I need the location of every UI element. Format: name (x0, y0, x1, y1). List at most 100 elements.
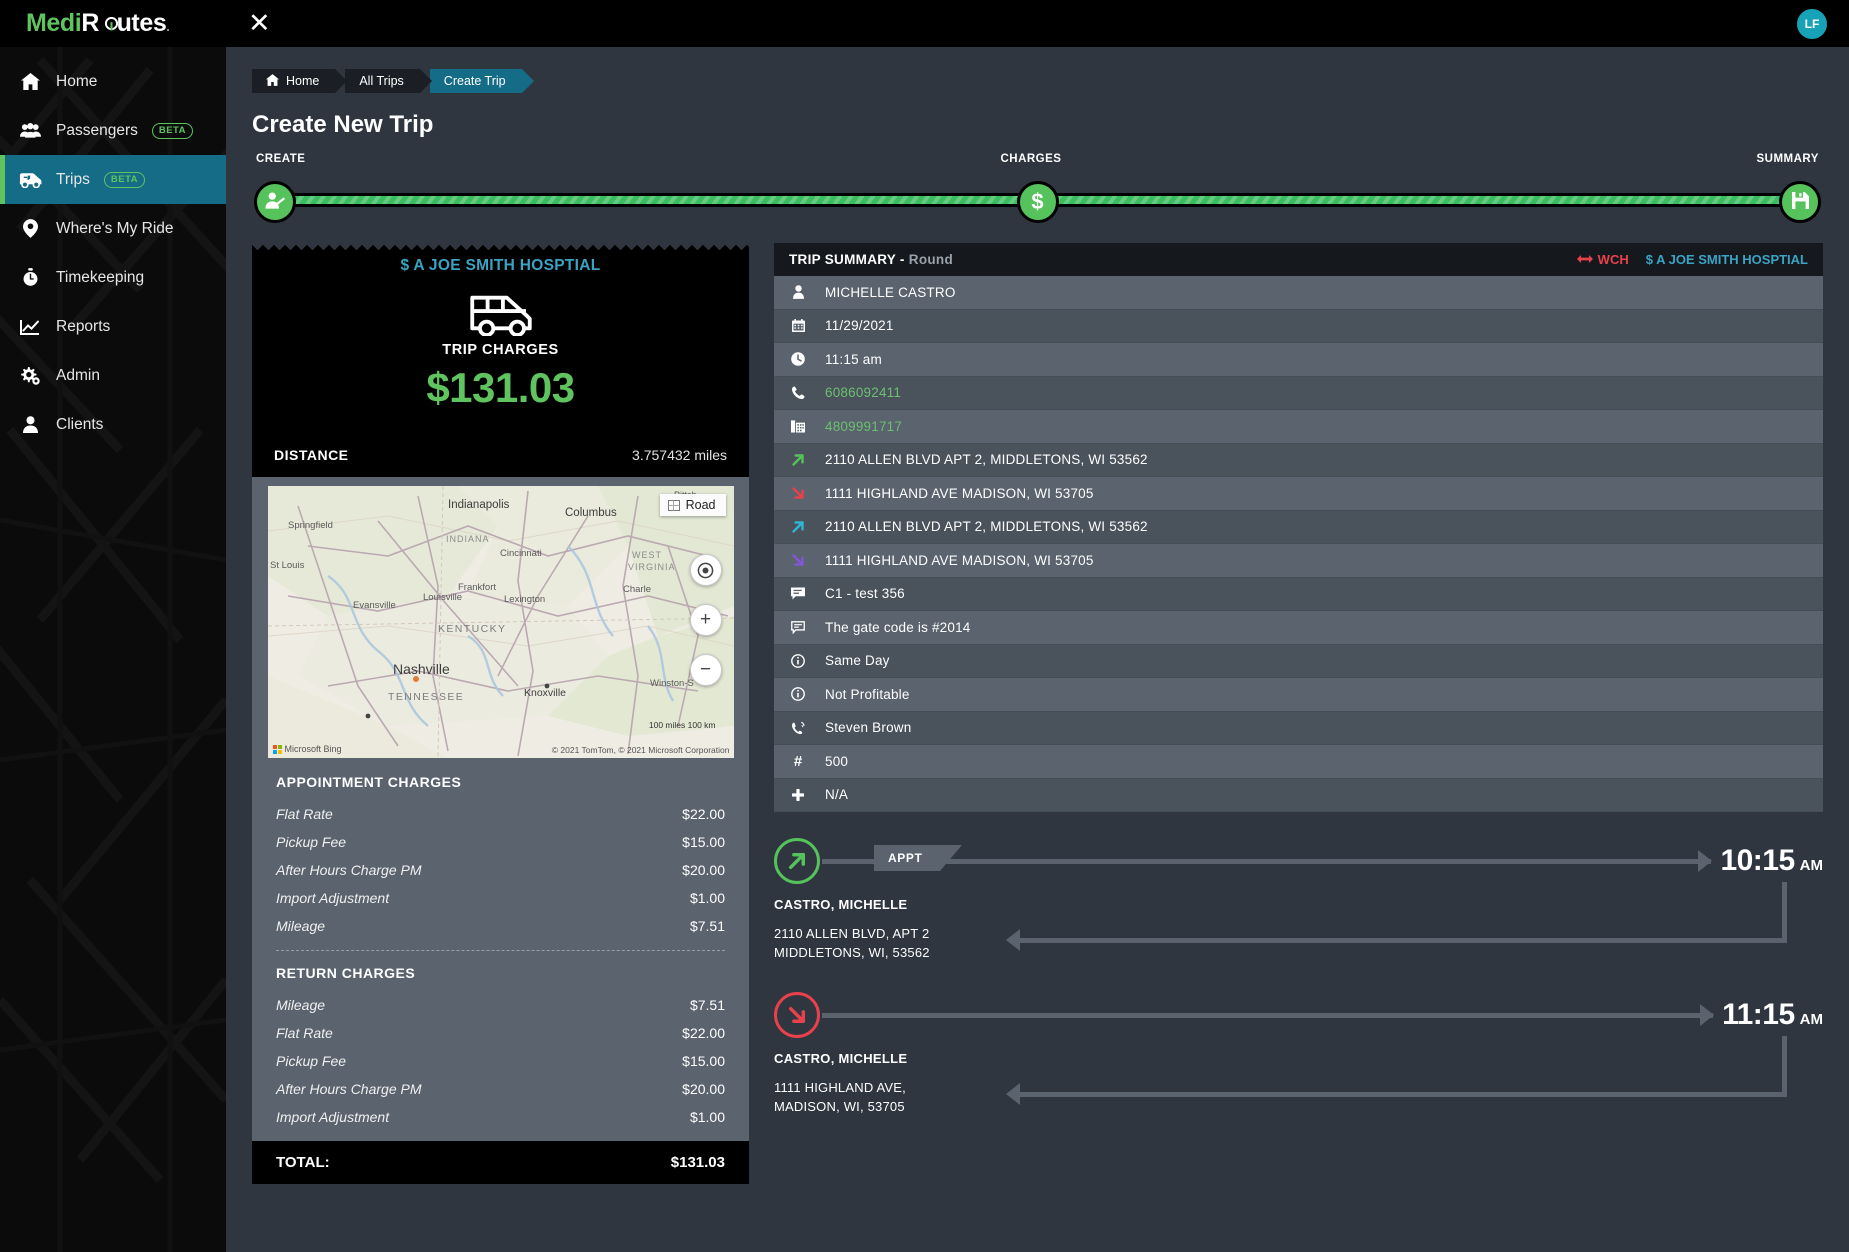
total-label: TOTAL: (276, 1154, 330, 1171)
arrow-up-right-icon (789, 453, 807, 467)
svg-text:Indianapolis: Indianapolis (448, 499, 510, 511)
svg-text:St Louis: St Louis (270, 560, 305, 571)
trip-summary-header-right: WCH $ A JOE SMITH HOSPTIAL (1576, 252, 1808, 267)
timeline-address-line1: 1111 HIGHLAND AVE, (774, 1079, 906, 1095)
stopwatch-icon (18, 268, 42, 287)
timeline-time-value: 11:15 (1722, 998, 1795, 1031)
breadcrumb-item-create-trip[interactable]: Create Trip (429, 69, 534, 93)
sidebar: MediR utes. Home Passengers BETA Trips B… (0, 0, 226, 1252)
stepper-node-summary[interactable] (1779, 181, 1821, 223)
stepper-label-create: CREATE (256, 153, 306, 165)
stepper-labels: CREATE CHARGES SUMMARY (252, 153, 1823, 165)
breadcrumb: Home All Trips Create Trip (252, 69, 1823, 93)
sidebar-item-timekeeping[interactable]: Timekeeping (0, 253, 226, 302)
sidebar-item-label: Reports (56, 317, 111, 335)
timeline-address-line2: MIDDLETONS, WI, 53562 (774, 944, 930, 960)
timeline-return-path (984, 882, 1823, 968)
trip-summary-header: TRIP SUMMARY - Round WCH $ A JOE SMITH H… (774, 243, 1823, 276)
sidebar-item-label: Timekeeping (56, 268, 145, 286)
svg-text:Louisville: Louisville (423, 592, 462, 603)
timeline-time-meridiem: AM (1799, 1011, 1823, 1028)
trip-summary-panel: TRIP SUMMARY - Round WCH $ A JOE SMITH H… (774, 243, 1823, 1146)
timeline-return-path (984, 1036, 1823, 1122)
layers-icon (667, 499, 680, 511)
map[interactable]: Indianapolis Columbus Pittsb Springfield… (267, 486, 734, 758)
ticket-header: $ A JOE SMITH HOSPTIAL TRIP CHARGES $131… (252, 252, 749, 438)
brand-logo[interactable]: MediR utes. (0, 0, 226, 47)
person-icon (789, 285, 807, 300)
sidebar-item-wheres-my-ride[interactable]: Where's My Ride (0, 204, 226, 253)
stepper-label-charges: CHARGES (1000, 153, 1062, 165)
summary-value: 2110 ALLEN BLVD APT 2, MIDDLETONS, WI 53… (825, 452, 1148, 468)
stepper-node-create[interactable] (254, 181, 296, 223)
charge-row: Pickup Fee $15.00 (276, 828, 725, 856)
sidebar-item-passengers[interactable]: Passengers BETA (0, 106, 226, 155)
summary-row-date: 11/29/2021 (774, 309, 1823, 343)
chart-icon (18, 319, 42, 335)
summary-value: C1 - test 356 (825, 586, 905, 602)
avatar[interactable]: LF (1797, 8, 1827, 39)
charge-amount: $1.00 (689, 890, 725, 906)
sidebar-item-home[interactable]: Home (0, 57, 226, 106)
distance-label: DISTANCE (274, 447, 349, 463)
breadcrumb-item-home[interactable]: Home (252, 69, 348, 93)
charges-divider (276, 950, 725, 951)
charge-amount: $1.00 (689, 1109, 725, 1125)
stepper-track: $ (252, 169, 1823, 223)
sidebar-item-reports[interactable]: Reports (0, 302, 226, 351)
close-icon[interactable]: ✕ (248, 10, 271, 37)
timeline-time-value: 10:15 (1720, 844, 1795, 877)
timeline-leg-header: 11:15 AM (774, 992, 1823, 1038)
sidebar-item-label: Admin (56, 366, 100, 384)
breadcrumb-label: All Trips (359, 74, 404, 88)
locate-button[interactable] (689, 554, 722, 586)
breadcrumb-item-all-trips[interactable]: All Trips (345, 69, 433, 93)
svg-text:Springfield: Springfield (288, 520, 333, 531)
charge-amount: $7.51 (689, 997, 725, 1013)
summary-row-facility-phone[interactable]: 4809991717 (774, 410, 1823, 444)
timeline-return-horizontal (1006, 1083, 1787, 1105)
zoom-out-button[interactable]: − (689, 654, 722, 686)
svg-text:Winston-S: Winston-S (650, 678, 694, 689)
summary-value[interactable]: 6086092411 (825, 385, 901, 400)
map-type-selector[interactable]: Road (659, 494, 726, 516)
summary-value: Steven Brown (825, 720, 912, 736)
users-icon (18, 123, 42, 138)
map-scale: 100 miles 100 km (648, 720, 716, 730)
location-pin-icon (104, 16, 118, 31)
stepper-node-charges[interactable]: $ (1016, 181, 1059, 223)
summary-value: 11:15 am (825, 351, 882, 367)
microsoft-logo-icon (272, 744, 282, 754)
save-icon (1791, 191, 1809, 213)
hash-icon: # (793, 752, 803, 770)
charge-name: Pickup Fee (276, 834, 347, 850)
main-area: ✕ LF Home All Trips Create Trip Create N… (226, 0, 1849, 1252)
timeline-return-vertical (1782, 882, 1787, 938)
summary-row-phone[interactable]: 6086092411 (774, 376, 1823, 410)
zoom-in-button[interactable]: + (689, 604, 722, 636)
trip-charges-amount: $131.03 (426, 364, 575, 411)
brand-dot: . (166, 20, 170, 34)
charge-amount: $7.51 (689, 918, 725, 934)
sidebar-item-label: Clients (56, 415, 104, 433)
clock-icon (789, 352, 807, 367)
charge-name: Import Adjustment (276, 1109, 390, 1125)
page-content: Home All Trips Create Trip Create New Tr… (226, 47, 1849, 1184)
trip-charges-label: TRIP CHARGES (442, 342, 559, 358)
sidebar-item-trips[interactable]: Trips BETA (0, 155, 226, 204)
sidebar-item-clients[interactable]: Clients (0, 400, 226, 449)
content-columns: $ A JOE SMITH HOSPTIAL TRIP CHARGES $131… (252, 243, 1823, 1184)
sidebar-item-admin[interactable]: Admin (0, 351, 226, 400)
sidebar-item-label: Where's My Ride (56, 219, 174, 237)
progress-stepper: CREATE CHARGES SUMMARY $ (252, 153, 1823, 229)
trip-summary-title: TRIP SUMMARY - Round (789, 252, 953, 267)
summary-value[interactable]: 4809991717 (825, 419, 902, 434)
charge-row: After Hours Charge PM $20.00 (276, 856, 725, 884)
return-charges-title: RETURN CHARGES (276, 965, 416, 981)
summary-row-same-day: Same Day (774, 644, 1823, 678)
breadcrumb-label: Home (286, 74, 320, 88)
summary-row-comment-1: C1 - test 356 (774, 577, 1823, 611)
charge-row: Flat Rate $22.00 (276, 800, 725, 828)
info-icon (789, 687, 807, 702)
top-bar: ✕ LF (226, 0, 1849, 47)
